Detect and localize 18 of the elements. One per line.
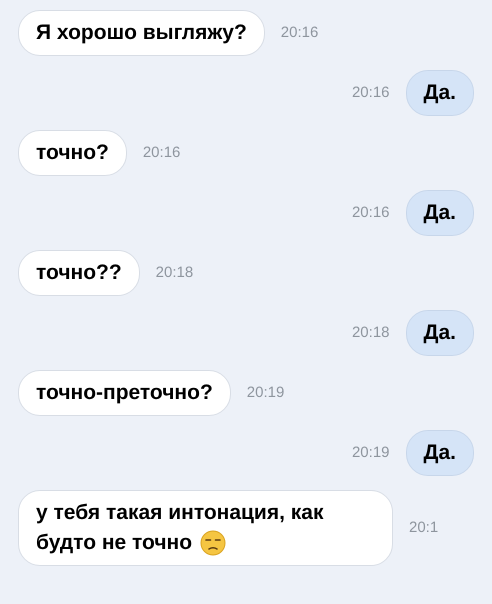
message-time: 20:19 (246, 382, 284, 403)
message-bubble: точно? (18, 130, 127, 176)
message-bubble: у тебя такая интонация, как будто не точно (18, 490, 393, 566)
message-time: 20:16 (142, 142, 180, 163)
message-bubble: Да. (406, 310, 474, 356)
message-bubble: точно-преточно? (18, 370, 231, 416)
message-bubble: Я хорошо выгляжу? (18, 10, 265, 56)
message-time: 20:19 (352, 442, 390, 463)
message-bubble: Да. (406, 70, 474, 116)
message-bubble: Да. (406, 430, 474, 476)
message-time: 20:18 (156, 262, 194, 283)
message-time: 20:16 (352, 202, 390, 223)
message-time: 20:16 (280, 22, 318, 43)
message-bubble: точно?? (18, 250, 140, 296)
message-time: 20:16 (352, 82, 390, 103)
message-bubble: Да. (406, 190, 474, 236)
message-time: 20:1 (409, 518, 438, 538)
message-time: 20:18 (352, 322, 390, 343)
